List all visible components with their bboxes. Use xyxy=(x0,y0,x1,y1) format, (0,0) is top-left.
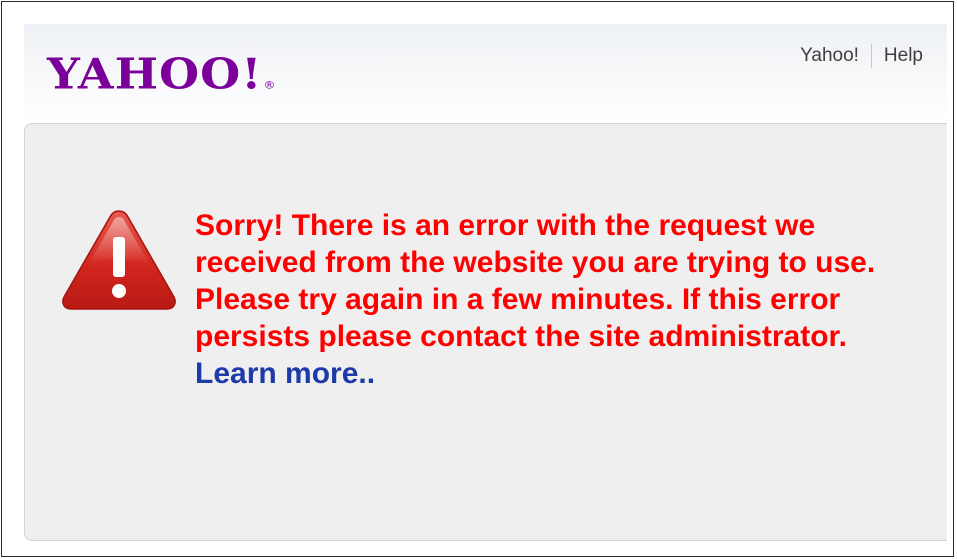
error-text: Sorry! There is an error with the reques… xyxy=(195,209,876,353)
header-links: Yahoo! Help xyxy=(800,44,923,68)
registered-mark: ® xyxy=(263,78,277,92)
logo-text: YAHOO! xyxy=(47,48,263,99)
help-link[interactable]: Help xyxy=(884,45,923,67)
yahoo-home-link[interactable]: Yahoo! xyxy=(800,45,859,67)
error-message: Sorry! There is an error with the reques… xyxy=(195,207,885,392)
browser-frame: YAHOO!® Yahoo! Help Sorry! There is an e… xyxy=(1,1,954,557)
page-header: YAHOO!® Yahoo! Help xyxy=(24,24,947,122)
link-divider xyxy=(870,44,872,68)
yahoo-logo[interactable]: YAHOO!® xyxy=(47,48,276,100)
learn-more-link[interactable]: Learn more.. xyxy=(195,357,375,390)
warning-triangle-icon xyxy=(62,210,176,310)
